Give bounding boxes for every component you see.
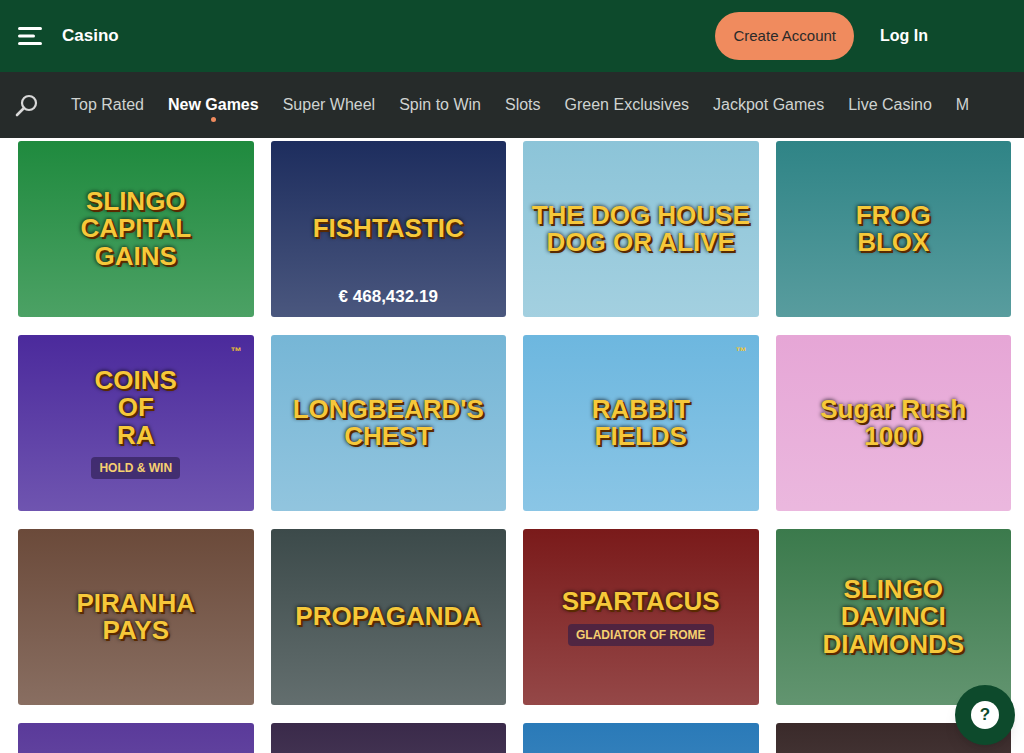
game-title: BLOX [857, 229, 929, 256]
game-subtitle: GLADIATOR OF ROME [568, 624, 714, 646]
create-account-button[interactable]: Create Account [715, 12, 854, 60]
game-tile[interactable]: FROGBLOX [776, 141, 1012, 317]
game-tile[interactable] [271, 723, 507, 753]
help-bubble: ? [971, 701, 999, 729]
game-tile[interactable] [523, 723, 759, 753]
nav-item[interactable]: Top Rated [71, 93, 144, 117]
nav-item[interactable]: M [956, 93, 969, 117]
game-tile[interactable]: THE DOG HOUSEDOG OR ALIVE [523, 141, 759, 317]
game-title: 1000 [864, 423, 922, 450]
game-title: RA [117, 422, 155, 449]
game-title: PROPAGANDA [295, 603, 481, 630]
game-tile[interactable]: PIRANHAPAYS [18, 529, 254, 705]
game-tile[interactable]: PROPAGANDA [271, 529, 507, 705]
nav-item[interactable]: New Games [168, 93, 259, 117]
game-tile[interactable]: ™ RABBITFIELDS [523, 335, 759, 511]
trademark-mark: ™ [231, 343, 242, 360]
game-subtitle: HOLD & WIN [91, 457, 180, 479]
site-title[interactable]: Casino [62, 23, 119, 49]
game-title: OF [118, 394, 154, 421]
top-bar: Casino Create Account Log In [0, 0, 1024, 72]
game-title: Sugar Rush [820, 396, 966, 423]
nav-item[interactable]: Live Casino [848, 93, 932, 117]
game-title: DIAMONDS [822, 631, 964, 658]
game-title: DOG OR ALIVE [547, 229, 735, 256]
nav-item[interactable]: Jackpot Games [713, 93, 824, 117]
game-title: CAPITAL [80, 215, 191, 242]
game-title: SLINGO [843, 576, 943, 603]
game-title: GAINS [95, 243, 177, 270]
game-title: THE DOG HOUSE [532, 202, 750, 229]
game-tile[interactable]: LONGBEARD'SCHEST [271, 335, 507, 511]
game-tile[interactable]: FISHTASTIC € 468,432.19 [271, 141, 507, 317]
log-in-button[interactable]: Log In [880, 24, 928, 48]
game-title: FISHTASTIC [313, 215, 464, 242]
game-tile[interactable]: Sugar Rush1000 [776, 335, 1012, 511]
jackpot-amount: € 468,432.19 [271, 284, 507, 310]
menu-icon[interactable] [18, 26, 42, 46]
trademark-mark: ™ [736, 343, 747, 360]
game-title: FIELDS [595, 423, 687, 450]
game-tile[interactable]: ™ COINSOFRA HOLD & WIN [18, 335, 254, 511]
search-icon[interactable] [15, 93, 39, 117]
game-title: SPARTACUS [562, 588, 720, 615]
game-title: SLINGO [86, 188, 186, 215]
active-dot [211, 117, 216, 122]
game-tile[interactable]: SLINGODAVINCIDIAMONDS [776, 529, 1012, 705]
nav-item[interactable]: Slots [505, 93, 541, 117]
game-tile[interactable]: SPARTACUS GLADIATOR OF ROME [523, 529, 759, 705]
game-title: COINS [95, 367, 177, 394]
nav-item[interactable]: Super Wheel [283, 93, 376, 117]
game-title: CHEST [344, 423, 432, 450]
game-title: LONGBEARD'S [293, 396, 484, 423]
nav-item[interactable]: Green Exclusives [565, 93, 690, 117]
game-grid: SLINGOCAPITALGAINSFISHTASTIC€ 468,432.19… [0, 138, 1024, 753]
game-tile[interactable]: SLINGOCAPITALGAINS [18, 141, 254, 317]
help-chat-button[interactable]: ? [955, 685, 1015, 745]
game-title: DAVINCI [841, 603, 946, 630]
game-title: RABBIT [592, 396, 690, 423]
game-title: FROG [856, 202, 931, 229]
casino-page: Casino Create Account Log In Top Rated New G… [0, 0, 1024, 753]
game-title: PAYS [103, 617, 170, 644]
game-title: PIRANHA [77, 590, 195, 617]
category-nav: Top Rated New Games Super Wheel Spin to Win… [0, 72, 1024, 138]
game-tile[interactable] [18, 723, 254, 753]
nav-item[interactable]: Spin to Win [399, 93, 481, 117]
